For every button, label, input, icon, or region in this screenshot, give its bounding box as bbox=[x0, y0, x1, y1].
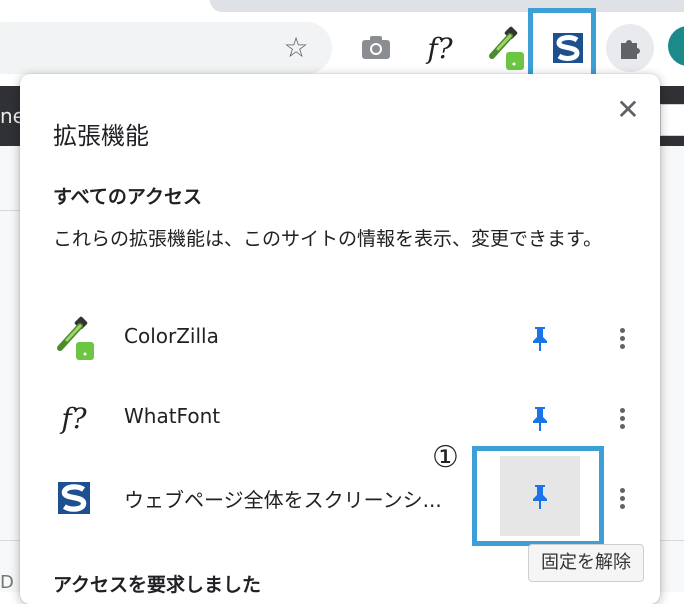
tab-strip-edge bbox=[210, 0, 684, 12]
camera-icon[interactable] bbox=[356, 26, 396, 70]
extension-name: ColorZilla bbox=[124, 324, 219, 348]
extension-name: ウェブページ全体をスクリーンシ... bbox=[124, 488, 442, 512]
pin-icon[interactable] bbox=[520, 398, 560, 438]
more-options-icon[interactable] bbox=[606, 318, 638, 358]
step-number-label: ① bbox=[432, 440, 459, 475]
extension-name: WhatFont bbox=[124, 404, 221, 428]
whatfont-toolbar-icon[interactable]: f? bbox=[420, 26, 460, 70]
section-title-requested-access: アクセスを要求しました bbox=[53, 574, 262, 596]
page-divider bbox=[660, 540, 684, 541]
popup-title: 拡張機能 bbox=[53, 122, 149, 150]
star-icon[interactable]: ☆ bbox=[280, 32, 312, 64]
extension-row-colorzilla[interactable]: ColorZilla bbox=[20, 306, 660, 366]
section-title-full-access: すべてのアクセス bbox=[53, 186, 202, 208]
page-right-widget bbox=[660, 104, 684, 136]
extension-row-whatfont[interactable]: f? WhatFont bbox=[20, 386, 660, 446]
section-description: これらの拡張機能は、このサイトの情報を表示、変更できます。 bbox=[53, 228, 603, 250]
puzzle-icon[interactable] bbox=[606, 24, 654, 72]
eyedropper-icon bbox=[52, 316, 96, 360]
pin-icon[interactable] bbox=[520, 318, 560, 358]
page-bottom-text: D bbox=[0, 572, 14, 593]
page-divider bbox=[0, 540, 20, 541]
pin-highlight-box bbox=[472, 446, 604, 546]
page-divider bbox=[0, 210, 20, 211]
close-icon[interactable]: ✕ bbox=[612, 94, 644, 126]
whatfont-icon: f? bbox=[61, 401, 87, 435]
more-options-icon[interactable] bbox=[606, 478, 638, 518]
unpin-tooltip: 固定を解除 bbox=[528, 544, 644, 582]
s-logo-icon bbox=[52, 476, 96, 520]
more-options-icon[interactable] bbox=[606, 398, 638, 438]
eyedropper-toolbar-icon[interactable] bbox=[484, 26, 524, 70]
